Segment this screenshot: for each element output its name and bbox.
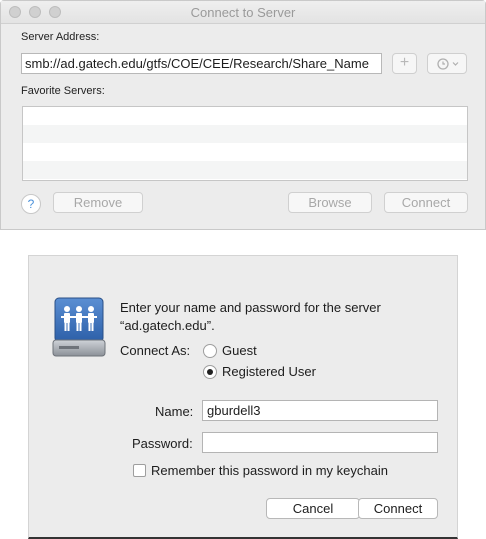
server-address-input[interactable]: smb://ad.gatech.edu/gtfs/COE/CEE/Researc…: [21, 53, 382, 74]
connect-to-server-window: Connect to Server Server Address: smb://…: [0, 0, 486, 230]
connect-button[interactable]: Connect: [384, 192, 468, 213]
password-label: Password:: [132, 436, 193, 451]
authentication-dialog: Enter your name and password for the ser…: [28, 255, 458, 539]
list-row: [23, 125, 467, 143]
auth-message-line2: “ad.gatech.edu”.: [120, 318, 215, 333]
registered-user-radio[interactable]: [203, 365, 217, 379]
remember-password-checkbox[interactable]: [133, 464, 146, 477]
title-bar: Connect to Server: [1, 1, 485, 24]
registered-user-label: Registered User: [222, 364, 316, 379]
clock-icon: [437, 58, 459, 70]
cancel-button[interactable]: Cancel: [266, 498, 360, 519]
auth-connect-button[interactable]: Connect: [358, 498, 438, 519]
password-field[interactable]: [202, 432, 438, 453]
server-address-label: Server Address:: [21, 31, 100, 43]
plus-icon: +: [399, 54, 410, 71]
guest-radio[interactable]: [203, 344, 217, 358]
help-button[interactable]: ?: [21, 194, 41, 214]
window-title: Connect to Server: [190, 5, 296, 20]
list-row: [23, 107, 467, 125]
shared-server-icon: [52, 297, 106, 357]
radio-selected-dot: [207, 369, 213, 375]
remember-password-label: Remember this password in my keychain: [151, 463, 388, 478]
connect-as-label: Connect As:: [120, 343, 191, 358]
auth-message-line1: Enter your name and password for the ser…: [120, 300, 381, 315]
add-favorite-button[interactable]: +: [392, 53, 417, 74]
browse-button[interactable]: Browse: [288, 192, 372, 213]
recent-servers-button[interactable]: [427, 53, 467, 74]
list-row: [23, 161, 467, 179]
remove-button[interactable]: Remove: [53, 192, 143, 213]
name-field[interactable]: gburdell3: [202, 400, 438, 421]
favorite-servers-label: Favorite Servers:: [21, 85, 105, 97]
list-row: [23, 143, 467, 161]
guest-label: Guest: [222, 343, 257, 358]
name-label: Name:: [155, 404, 194, 419]
favorite-servers-list[interactable]: [22, 106, 468, 181]
